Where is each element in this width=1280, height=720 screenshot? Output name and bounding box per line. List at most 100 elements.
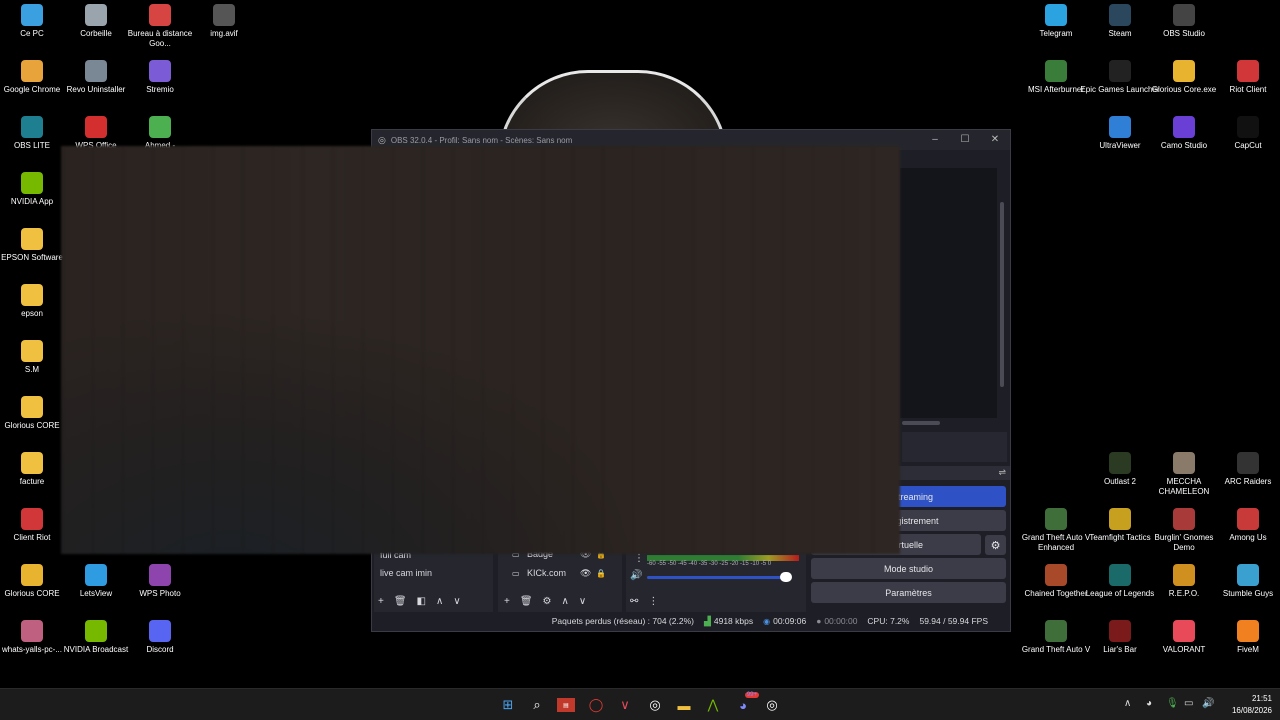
dock-float-icon[interactable]: ⇌ xyxy=(998,467,1006,478)
virtual-camera-settings-gear-icon[interactable]: ⚙ xyxy=(985,535,1006,555)
lock-icon[interactable]: 🔒 xyxy=(596,569,606,578)
opera-icon[interactable]: ◯ xyxy=(586,695,606,715)
desktop-shortcut[interactable]: Bureau à distance Goo... xyxy=(128,4,192,60)
mixer-more-icon[interactable]: ⋮ xyxy=(648,596,658,607)
source-properties-gear-icon[interactable]: ⚙ xyxy=(543,596,552,607)
desktop-shortcut[interactable]: whats-yalls-pc-... xyxy=(0,620,64,676)
desktop-shortcut[interactable]: CapCut xyxy=(1216,116,1280,172)
discord-tray-icon[interactable]: ◕ xyxy=(1146,698,1152,709)
stumble-guys-icon xyxy=(1237,564,1259,586)
preview-vertical-scrollbar[interactable] xyxy=(1000,202,1004,387)
desktop-shortcut[interactable]: League of Legends xyxy=(1086,564,1154,620)
close-icon[interactable]: ✕ xyxy=(988,133,1002,147)
visibility-eye-icon[interactable]: 👁 xyxy=(580,568,591,579)
windows-start-icon[interactable]: ⊞ xyxy=(498,695,518,715)
webcam-preview-overlay[interactable] xyxy=(61,146,900,554)
desktop-shortcut[interactable]: S.M xyxy=(0,340,64,396)
desktop-shortcut[interactable]: Chained Together xyxy=(1024,564,1088,620)
desktop-shortcut[interactable]: VALORANT xyxy=(1152,620,1216,676)
cpu-usage: CPU: 7.2% xyxy=(867,616,910,626)
show-hidden-icons-chevron-icon[interactable]: ∧ xyxy=(1124,698,1131,709)
advanced-audio-properties-icon[interactable]: ⚯ xyxy=(630,596,638,607)
desktop-shortcut[interactable]: Liar's Bar xyxy=(1088,620,1152,676)
desktop-shortcut[interactable]: Burglin' Gnomes Demo xyxy=(1152,508,1216,564)
desktop-shortcut[interactable]: Epic Games Launcher xyxy=(1080,60,1160,116)
move-up-icon[interactable]: ∧ xyxy=(562,596,569,607)
desktop-shortcut[interactable]: Glorious Core.exe xyxy=(1152,60,1216,116)
desktop-shortcut[interactable]: Riot Client xyxy=(1216,60,1280,116)
microphone-icon[interactable]: 🎙 xyxy=(1166,698,1179,709)
desktop-shortcut[interactable]: Steam xyxy=(1088,4,1152,60)
settings-button[interactable]: Paramètres xyxy=(811,582,1006,603)
move-down-icon[interactable]: ∨ xyxy=(579,596,586,607)
move-up-icon[interactable]: ∧ xyxy=(436,596,443,607)
desktop-shortcut[interactable]: Client Riot xyxy=(0,508,64,564)
add-source-icon[interactable]: + xyxy=(504,596,510,607)
valorant-icon[interactable]: ∨ xyxy=(615,695,635,715)
desktop-shortcut[interactable]: MECCHA CHAMELEON xyxy=(1152,452,1216,508)
search-icon[interactable]: ⌕ xyxy=(527,695,547,715)
desktop-shortcut[interactable]: UltraViewer xyxy=(1088,116,1152,172)
desktop-shortcut[interactable]: Outlast 2 xyxy=(1088,452,1152,508)
desktop-shortcut[interactable]: Revo Uninstaller xyxy=(64,60,128,116)
volume-slider[interactable] xyxy=(647,576,787,579)
desktop-shortcut[interactable]: img.avif xyxy=(192,4,256,60)
remove-source-icon[interactable]: 🗑 xyxy=(520,596,533,607)
desktop-shortcut[interactable]: ARC Raiders xyxy=(1216,452,1280,508)
record-time-value: 00:00:00 xyxy=(824,616,858,626)
minimize-icon[interactable]: – xyxy=(928,133,942,147)
desktop-shortcut[interactable]: OBS LITE xyxy=(0,116,64,172)
desktop-shortcut[interactable]: OBS Studio xyxy=(1152,4,1216,60)
obs-taskbar-icon[interactable]: ◎ xyxy=(762,695,782,715)
desktop-shortcut[interactable]: R.E.P.O. xyxy=(1152,564,1216,620)
desktop-shortcut[interactable]: Camo Studio xyxy=(1152,116,1216,172)
desktop-shortcut[interactable]: facture xyxy=(0,452,64,508)
system-clock[interactable]: 21:51 16/08/2026 xyxy=(1232,693,1272,717)
source-item[interactable]: ▭ KICk.com 👁 🔒 xyxy=(512,568,606,579)
obs-logo-icon: ◎ xyxy=(378,134,386,145)
add-scene-icon[interactable]: + xyxy=(378,596,384,607)
scene-item[interactable]: live cam imin xyxy=(380,568,432,578)
desktop-shortcut[interactable]: Corbeille xyxy=(64,4,128,60)
volume-slider-knob[interactable] xyxy=(780,572,792,582)
scenes-toolbar: + 🗑 ◧ ∧ ∨ xyxy=(378,592,461,610)
desktop-shortcut[interactable]: Stumble Guys xyxy=(1216,564,1280,620)
obs-studio-icon[interactable]: ◎ xyxy=(645,695,665,715)
studio-mode-button[interactable]: Mode studio xyxy=(811,558,1006,579)
network-icon[interactable]: ▭ xyxy=(1184,698,1193,709)
desktop-shortcut[interactable]: Glorious CORE xyxy=(0,564,64,620)
mixer-menu-icon[interactable]: ⋮ xyxy=(634,553,644,564)
volume-icon[interactable]: 🔊 xyxy=(1202,698,1214,709)
desktop-shortcut[interactable]: MSI Afterburner xyxy=(1024,60,1088,116)
maximize-icon[interactable]: ☐ xyxy=(958,133,972,147)
desktop-shortcut[interactable]: Glorious CORE xyxy=(0,396,64,452)
nvidia-broadcast-icon[interactable]: ⋀ xyxy=(703,695,723,715)
discord-icon[interactable]: ◕ 99+ xyxy=(733,692,759,715)
desktop-shortcut-label: Riot Client xyxy=(1229,85,1267,94)
desktop-shortcut[interactable]: FiveM xyxy=(1216,620,1280,676)
desktop-shortcut[interactable]: Discord xyxy=(128,620,192,676)
desktop-shortcut[interactable]: Google Chrome xyxy=(0,60,64,116)
desktop-shortcut[interactable]: Grand Theft Auto V xyxy=(1022,620,1090,676)
desktop-shortcut[interactable]: Grand Theft Auto V Enhanced xyxy=(1022,508,1090,564)
sources-toolbar: + 🗑 ⚙ ∧ ∨ xyxy=(504,592,586,610)
desktop-shortcut[interactable]: Stremio xyxy=(128,60,192,116)
obs-preview[interactable] xyxy=(900,168,997,418)
move-down-icon[interactable]: ∨ xyxy=(453,596,460,607)
desktop-shortcut[interactable]: Among Us xyxy=(1216,508,1280,564)
desktop-shortcut[interactable]: EPSON Software xyxy=(0,228,64,284)
news-widget-icon[interactable]: ▤ xyxy=(557,698,575,712)
desktop-shortcut[interactable]: epson xyxy=(0,284,64,340)
desktop-shortcut[interactable]: WPS Photo xyxy=(128,564,192,620)
desktop-shortcut[interactable]: Ce PC xyxy=(0,4,64,60)
preview-horizontal-scrollbar[interactable] xyxy=(902,421,940,425)
file-explorer-icon[interactable]: ▬ xyxy=(674,695,694,715)
desktop-shortcut[interactable]: LetsView xyxy=(64,564,128,620)
scene-filters-icon[interactable]: ◧ xyxy=(417,596,426,607)
desktop-shortcut[interactable]: Teamfight Tactics xyxy=(1088,508,1152,564)
speaker-icon[interactable]: 🔊 xyxy=(630,570,642,581)
remove-scene-icon[interactable]: 🗑 xyxy=(394,596,407,607)
desktop-shortcut[interactable]: Telegram xyxy=(1024,4,1088,60)
desktop-shortcut[interactable]: NVIDIA App xyxy=(0,172,64,228)
desktop-shortcut[interactable]: NVIDIA Broadcast xyxy=(64,620,128,676)
